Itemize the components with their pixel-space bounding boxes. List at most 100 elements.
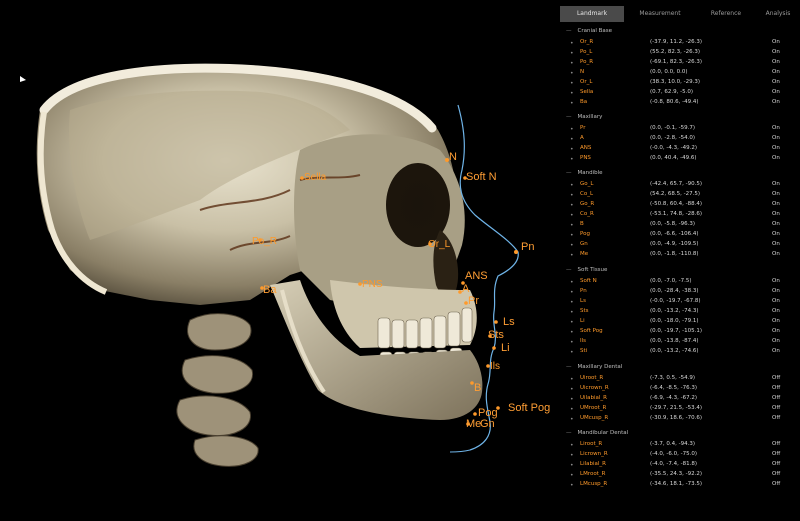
visibility-toggle[interactable]: Off [772, 449, 780, 459]
landmark-row[interactable]: • Uiroot_R (-7.3, 0.5, -54.9) Off [556, 373, 800, 383]
group-header[interactable]: — Maxillary Dental [566, 362, 622, 372]
landmark-row[interactable]: • B (0.0, -5.8, -96.3) On [556, 219, 800, 229]
visibility-toggle[interactable]: On [772, 249, 780, 259]
visibility-toggle[interactable]: On [772, 143, 780, 153]
landmark-row[interactable]: • Ils (0.0, -13.8, -87.4) On [556, 336, 800, 346]
group-header[interactable]: — Cranial Base [566, 26, 612, 36]
landmark-row[interactable]: • Co_R (-53.1, 74.8, -28.6) On [556, 209, 800, 219]
tab-landmark[interactable]: Landmark [560, 6, 624, 22]
visibility-toggle[interactable]: On [772, 67, 780, 77]
landmark-row[interactable]: • Lilabial_R (-4.0, -7.4, -81.8) Off [556, 459, 800, 469]
landmark-row[interactable]: • Li (0.0, -18.0, -79.1) On [556, 316, 800, 326]
landmark-row[interactable]: • ANS (-0.0, -4.3, -49.2) On [556, 143, 800, 153]
landmark-label-n[interactable]: N [449, 151, 457, 163]
landmark-row[interactable]: • Go_L (-42.4, 65.7, -90.5) On [556, 179, 800, 189]
visibility-toggle[interactable]: On [772, 37, 780, 47]
landmark-row[interactable]: • N (0.0, 0.0, 0.0) On [556, 67, 800, 77]
visibility-toggle[interactable]: On [772, 133, 780, 143]
tab-analysis[interactable]: Analysis [758, 6, 798, 22]
landmark-label-gn[interactable]: Gn [480, 418, 495, 430]
visibility-toggle[interactable]: On [772, 77, 780, 87]
landmark-row[interactable]: • A (0.0, -2.8, -54.0) On [556, 133, 800, 143]
visibility-toggle[interactable]: On [772, 47, 780, 57]
visibility-toggle[interactable]: On [772, 179, 780, 189]
visibility-toggle[interactable]: On [772, 97, 780, 107]
landmark-row[interactable]: • Uicrown_R (-6.4, -8.5, -76.3) Off [556, 383, 800, 393]
landmark-row[interactable]: • PNS (0.0, 40.4, -49.6) On [556, 153, 800, 163]
visibility-toggle[interactable]: On [772, 326, 780, 336]
landmark-label-pr[interactable]: Pr [468, 295, 479, 307]
visibility-toggle[interactable]: Off [772, 373, 780, 383]
landmark-label-ba[interactable]: Ba [263, 284, 276, 296]
landmark-label-ils[interactable]: Ils [490, 361, 500, 372]
visibility-toggle[interactable]: On [772, 229, 780, 239]
collapse-dash-icon[interactable]: — [566, 170, 572, 176]
landmark-label-ls[interactable]: Ls [503, 316, 515, 328]
collapse-dash-icon[interactable]: — [566, 267, 572, 273]
landmark-label-soft-n[interactable]: Soft N [466, 171, 497, 183]
tab-reference[interactable]: Reference [694, 6, 758, 22]
landmark-row[interactable]: • Licrown_R (-4.0, -6.0, -75.0) Off [556, 449, 800, 459]
landmark-row[interactable]: • Me (0.0, -1.8, -110.8) On [556, 249, 800, 259]
landmark-row[interactable]: • Soft Pog (0.0, -19.7, -105.1) On [556, 326, 800, 336]
visibility-toggle[interactable]: Off [772, 459, 780, 469]
landmark-row[interactable]: • Ba (-0.8, 80.6, -49.4) On [556, 97, 800, 107]
visibility-toggle[interactable]: On [772, 209, 780, 219]
landmark-label-b[interactable]: B [474, 382, 481, 394]
visibility-toggle[interactable]: On [772, 306, 780, 316]
collapse-dash-icon[interactable]: — [566, 114, 572, 120]
landmark-row[interactable]: • Ls (-0.0, -19.7, -67.8) On [556, 296, 800, 306]
landmark-label-sella[interactable]: Sella [304, 172, 326, 183]
landmark-label-a[interactable]: A [462, 283, 469, 295]
collapse-dash-icon[interactable]: — [566, 430, 572, 436]
visibility-toggle[interactable]: On [772, 346, 780, 356]
landmark-label-me[interactable]: Me [466, 418, 481, 430]
3d-skull-viewport[interactable]: N Soft N Pn ANS A Pr Ls Sts Li Ils B Pog… [0, 0, 556, 521]
visibility-toggle[interactable]: On [772, 189, 780, 199]
landmark-label-li[interactable]: Li [501, 342, 510, 354]
landmark-row[interactable]: • Sella (0.7, 62.9, -5.0) On [556, 87, 800, 97]
group-header[interactable]: — Maxillary [566, 112, 602, 122]
collapse-dash-icon[interactable]: — [566, 364, 572, 370]
landmark-row[interactable]: • Go_R (-50.8, 60.4, -88.4) On [556, 199, 800, 209]
landmark-row[interactable]: • LMroot_R (-35.5, 24.3, -92.2) Off [556, 469, 800, 479]
landmark-row[interactable]: • Po_R (-69.1, 82.3, -26.3) On [556, 57, 800, 67]
visibility-toggle[interactable]: Off [772, 393, 780, 403]
visibility-toggle[interactable]: On [772, 153, 780, 163]
group-header[interactable]: — Mandible [566, 168, 603, 178]
landmark-row[interactable]: • Liroot_R (-3.7, 0.4, -94.3) Off [556, 439, 800, 449]
visibility-toggle[interactable]: Off [772, 413, 780, 423]
landmark-row[interactable]: • Pn (0.0, -28.4, -38.3) On [556, 286, 800, 296]
visibility-toggle[interactable]: On [772, 239, 780, 249]
visibility-toggle[interactable]: Off [772, 479, 780, 489]
landmark-label-or-l[interactable]: Or_L [428, 239, 450, 250]
visibility-toggle[interactable]: Off [772, 439, 780, 449]
landmark-label-pn[interactable]: Pn [521, 241, 534, 253]
landmark-row[interactable]: • Soft N (0.0, -7.0, -7.5) On [556, 276, 800, 286]
group-header[interactable]: — Mandibular Dental [566, 428, 628, 438]
landmark-row[interactable]: • Pog (0.0, -6.6, -106.4) On [556, 229, 800, 239]
landmark-row[interactable]: • UMroot_R (-29.7, 21.5, -53.4) Off [556, 403, 800, 413]
landmark-label-soft-pog[interactable]: Soft Pog [508, 402, 550, 414]
group-header[interactable]: — Soft Tissue [566, 265, 607, 275]
collapse-dash-icon[interactable]: — [566, 28, 572, 34]
visibility-toggle[interactable]: Off [772, 469, 780, 479]
visibility-toggle[interactable]: On [772, 57, 780, 67]
visibility-toggle[interactable]: On [772, 336, 780, 346]
landmark-row[interactable]: • Po_L (55.2, 82.3, -26.3) On [556, 47, 800, 57]
visibility-toggle[interactable]: On [772, 87, 780, 97]
landmark-row[interactable]: • Uilabial_R (-6.9, -4.3, -67.2) Off [556, 393, 800, 403]
landmark-row[interactable]: • UMcusp_R (-30.9, 18.6, -70.6) Off [556, 413, 800, 423]
visibility-toggle[interactable]: On [772, 296, 780, 306]
landmark-label-ans[interactable]: ANS [465, 270, 488, 282]
visibility-toggle[interactable]: On [772, 199, 780, 209]
visibility-toggle[interactable]: Off [772, 403, 780, 413]
landmark-label-sts[interactable]: Sts [488, 329, 504, 341]
landmark-label-po-r[interactable]: Po_R [252, 236, 277, 247]
visibility-toggle[interactable]: On [772, 316, 780, 326]
landmark-row[interactable]: • Or_L (38.3, 10.0, -29.3) On [556, 77, 800, 87]
landmark-row[interactable]: • Pr (0.0, -0.1, -59.7) On [556, 123, 800, 133]
landmark-row[interactable]: • Sts (0.0, -13.2, -74.3) On [556, 306, 800, 316]
landmark-row[interactable]: • Or_R (-37.9, 11.2, -26.3) On [556, 37, 800, 47]
landmark-label-pns[interactable]: PNS [362, 279, 383, 290]
